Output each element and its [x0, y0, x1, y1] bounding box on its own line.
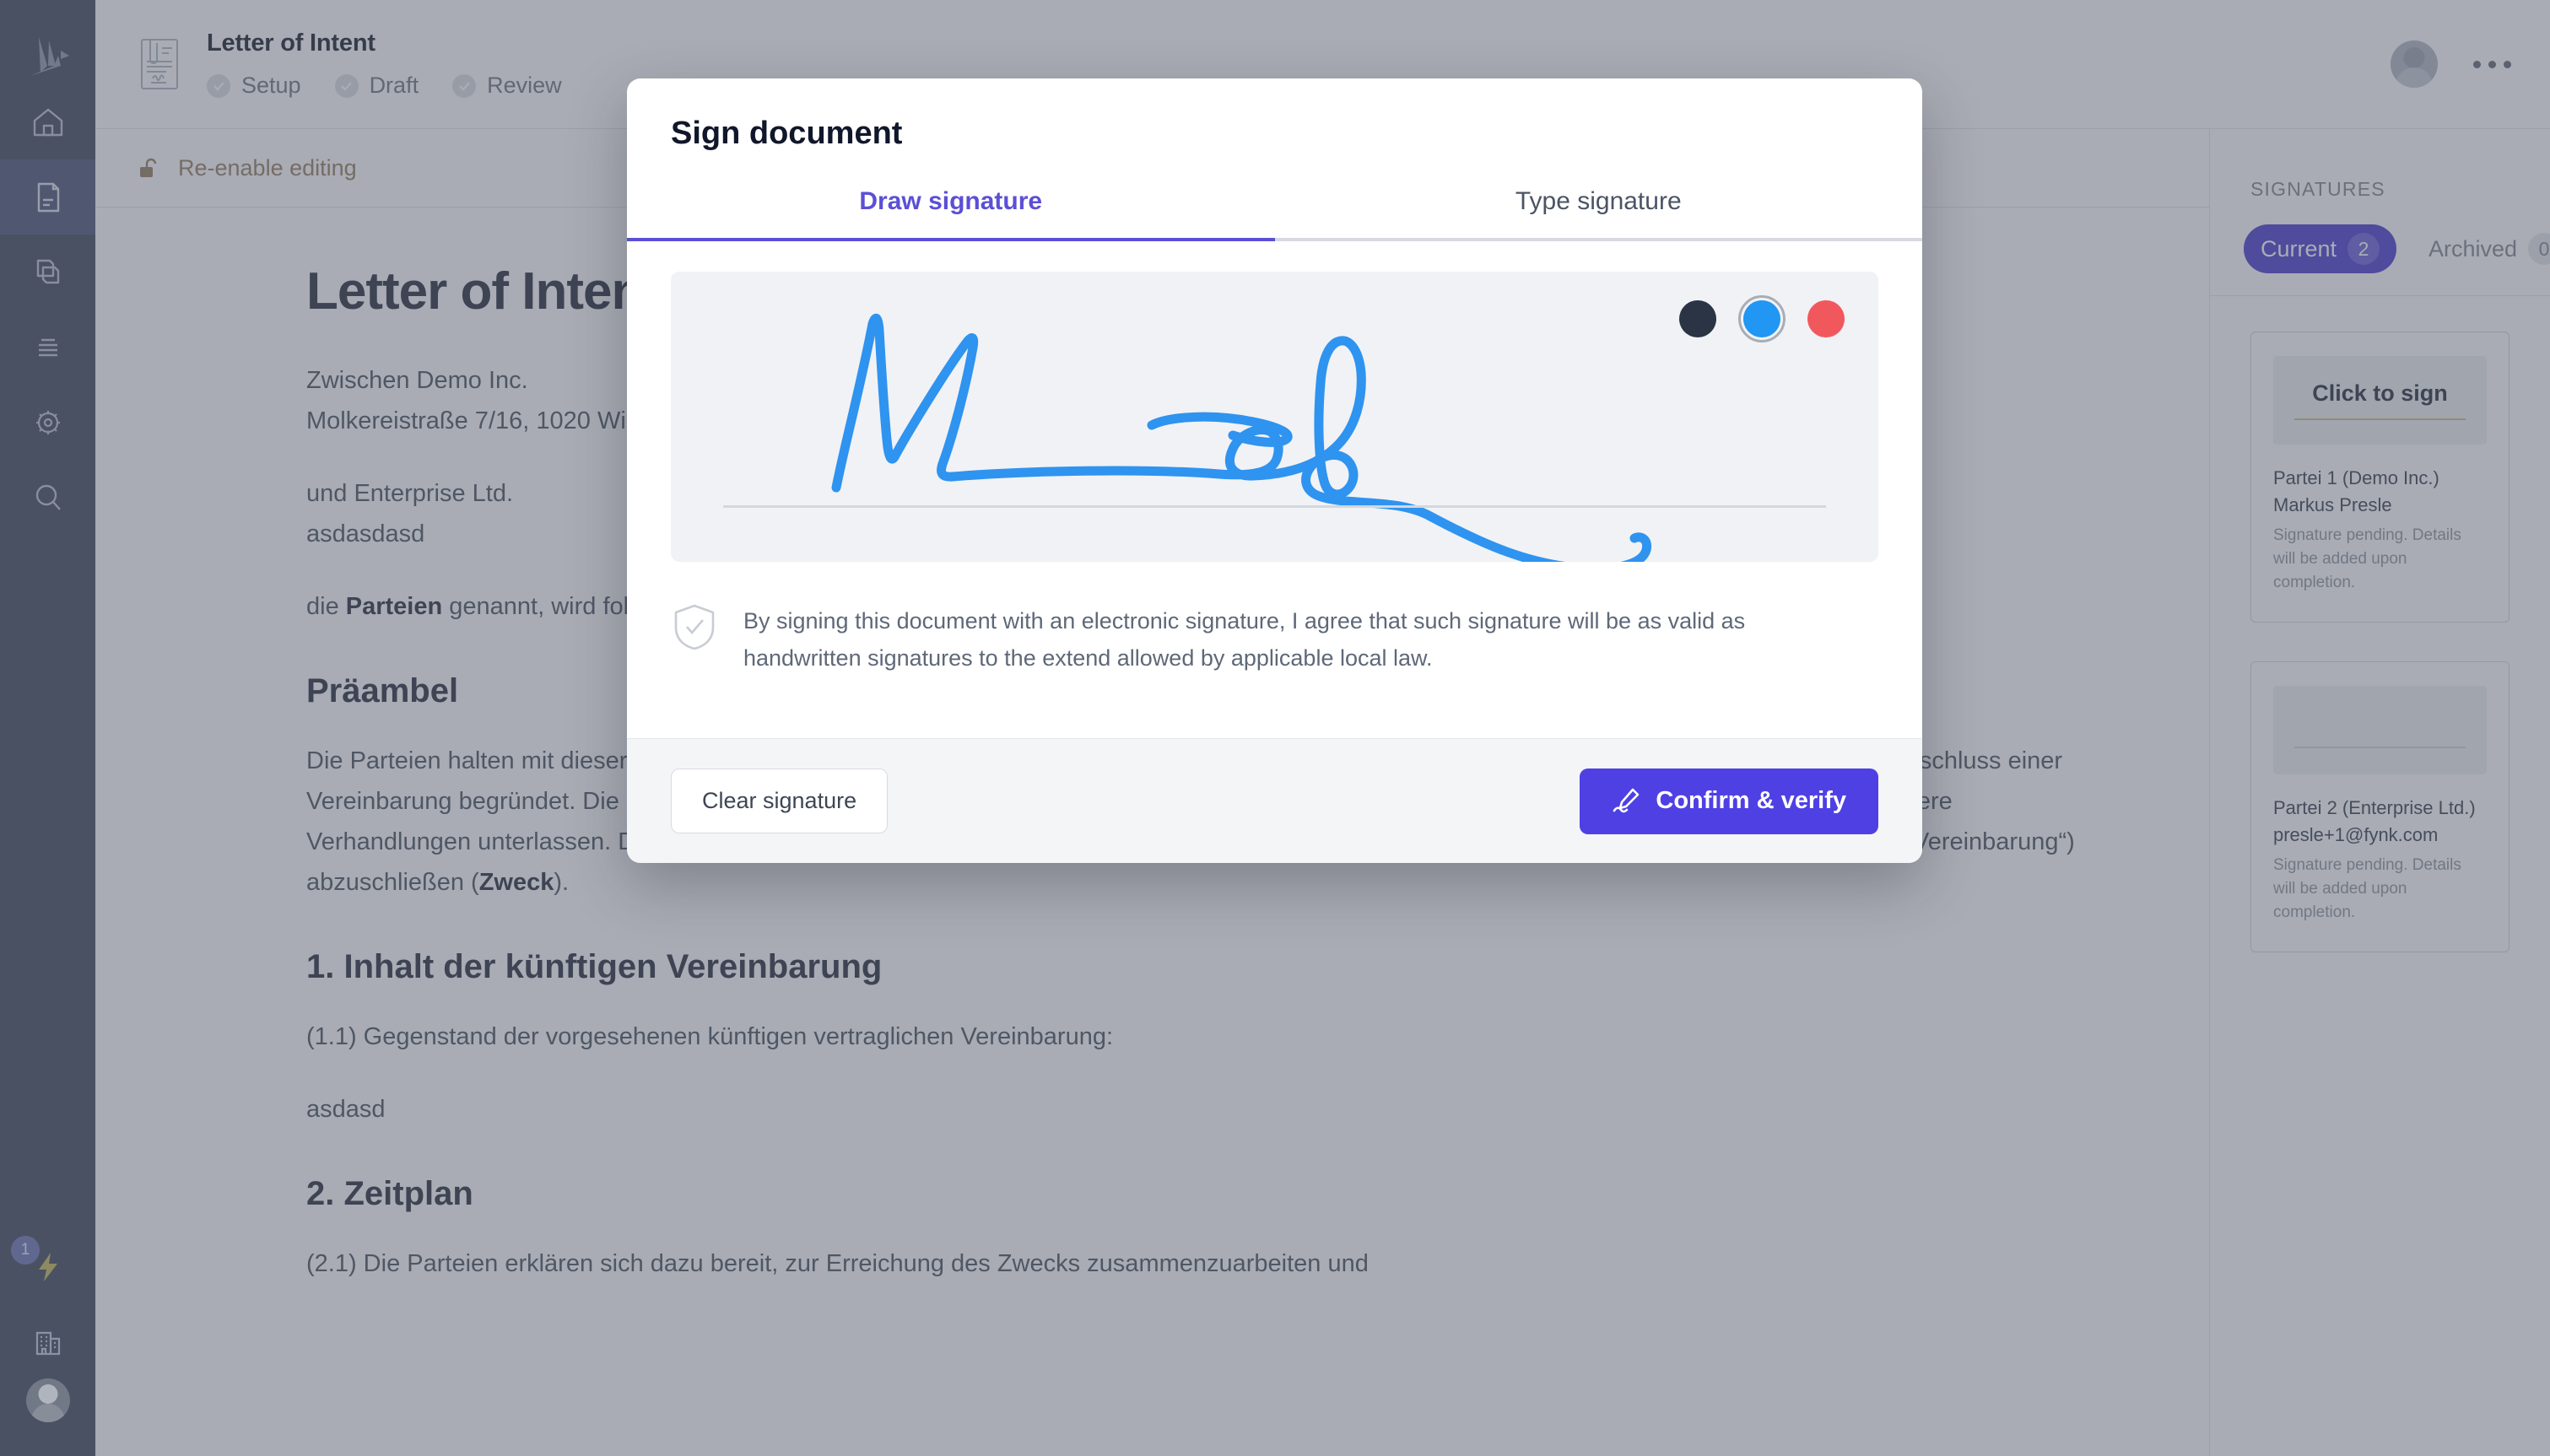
modal-tabs-rail	[627, 238, 1922, 241]
color-swatch-black[interactable]	[1674, 295, 1721, 342]
color-swatch-red[interactable]	[1802, 295, 1850, 342]
color-swatch-blue[interactable]	[1738, 295, 1786, 342]
shield-check-icon	[671, 602, 718, 651]
signature-baseline	[723, 505, 1826, 508]
modal-tabs: Draw signature Type signature	[627, 175, 1922, 238]
signature-pen-icon	[1612, 787, 1640, 816]
app-root: 1 Letter of Intent Setup Draft Review Re…	[0, 0, 2550, 1456]
swatch-dot	[1807, 300, 1845, 337]
ink-color-swatches	[1674, 295, 1850, 342]
modal-footer: Clear signature Confirm & verify	[627, 738, 1922, 863]
swatch-dot	[1679, 300, 1716, 337]
active-tab-indicator	[627, 238, 1275, 241]
consent-text: By signing this document with an electro…	[743, 608, 1746, 671]
modal-title: Sign document	[671, 116, 903, 151]
signature-pad[interactable]	[671, 272, 1878, 562]
confirm-and-verify-button[interactable]: Confirm & verify	[1580, 768, 1878, 834]
confirm-and-verify-label: Confirm & verify	[1656, 787, 1846, 814]
sign-document-modal: Sign document Draw signature Type signat…	[627, 78, 1922, 863]
tab-draw-signature[interactable]: Draw signature	[627, 175, 1275, 238]
consent-row: By signing this document with an electro…	[627, 562, 1922, 677]
tab-type-signature[interactable]: Type signature	[1275, 175, 1923, 238]
swatch-dot	[1743, 300, 1780, 337]
clear-signature-button[interactable]: Clear signature	[671, 768, 889, 833]
signature-pad-body	[627, 241, 1922, 562]
